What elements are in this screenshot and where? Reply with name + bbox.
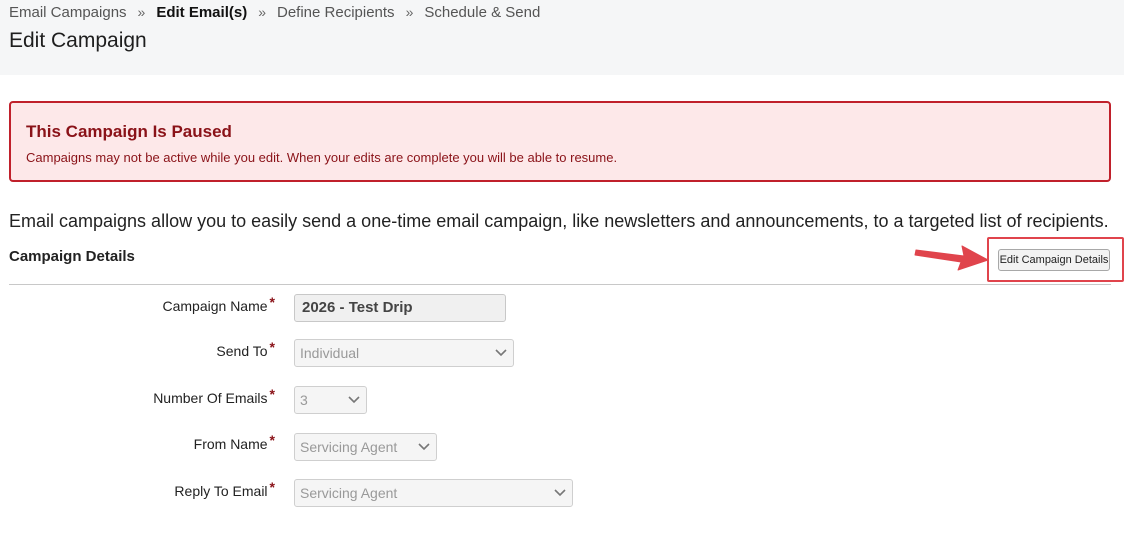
number-of-emails-select[interactable]: 3 [294,386,367,414]
number-of-emails-value: 3 [300,392,308,408]
send-to-label: Send To * [216,339,275,359]
section-title: Campaign Details [9,248,135,265]
reply-to-email-select[interactable]: Servicing Agent [294,479,573,507]
edit-campaign-details-button[interactable]: Edit Campaign Details [998,249,1110,271]
from-name-select[interactable]: Servicing Agent [294,433,437,461]
send-to-value: Individual [300,345,360,361]
intro-text: Email campaigns allow you to easily send… [9,211,1109,231]
required-marker: * [269,294,275,310]
required-marker: * [269,386,275,402]
page-header: Email Campaigns » Edit Email(s) » Define Rec… [0,0,1124,75]
from-name-label: From Name * [193,432,275,452]
alert-title: This Campaign Is Paused [26,122,232,141]
paused-alert: This Campaign Is Paused Campaigns may no… [9,101,1111,182]
chevron-down-icon [554,489,566,497]
breadcrumb: Email Campaigns » Edit Email(s) » Define Rec… [9,4,540,21]
breadcrumb-edit-emails: Edit Email(s) [156,4,248,21]
campaign-name-input[interactable]: 2026 - Test Drip [294,294,506,322]
campaign-name-label: Campaign Name * [162,294,275,314]
breadcrumb-separator: » [137,4,146,20]
arrow-right-icon [914,245,989,271]
reply-to-email-value: Servicing Agent [300,485,398,501]
required-marker: * [269,432,275,448]
breadcrumb-schedule-send[interactable]: Schedule & Send [424,4,540,21]
page-title: Edit Campaign [9,29,147,52]
reply-to-email-label: Reply To Email * [174,479,275,499]
chevron-down-icon [418,443,430,451]
send-to-select[interactable]: Individual [294,339,514,367]
number-of-emails-label: Number Of Emails * [153,386,275,406]
breadcrumb-email-campaigns[interactable]: Email Campaigns [9,4,127,21]
alert-message: Campaigns may not be active while you ed… [26,150,618,165]
breadcrumb-separator: » [405,4,414,20]
breadcrumb-define-recipients[interactable]: Define Recipients [277,4,395,21]
required-marker: * [269,479,275,495]
breadcrumb-separator: » [258,4,266,20]
required-marker: * [269,339,275,355]
chevron-down-icon [495,349,507,357]
section-divider [9,284,1111,285]
from-name-value: Servicing Agent [300,439,398,455]
chevron-down-icon [348,396,360,404]
